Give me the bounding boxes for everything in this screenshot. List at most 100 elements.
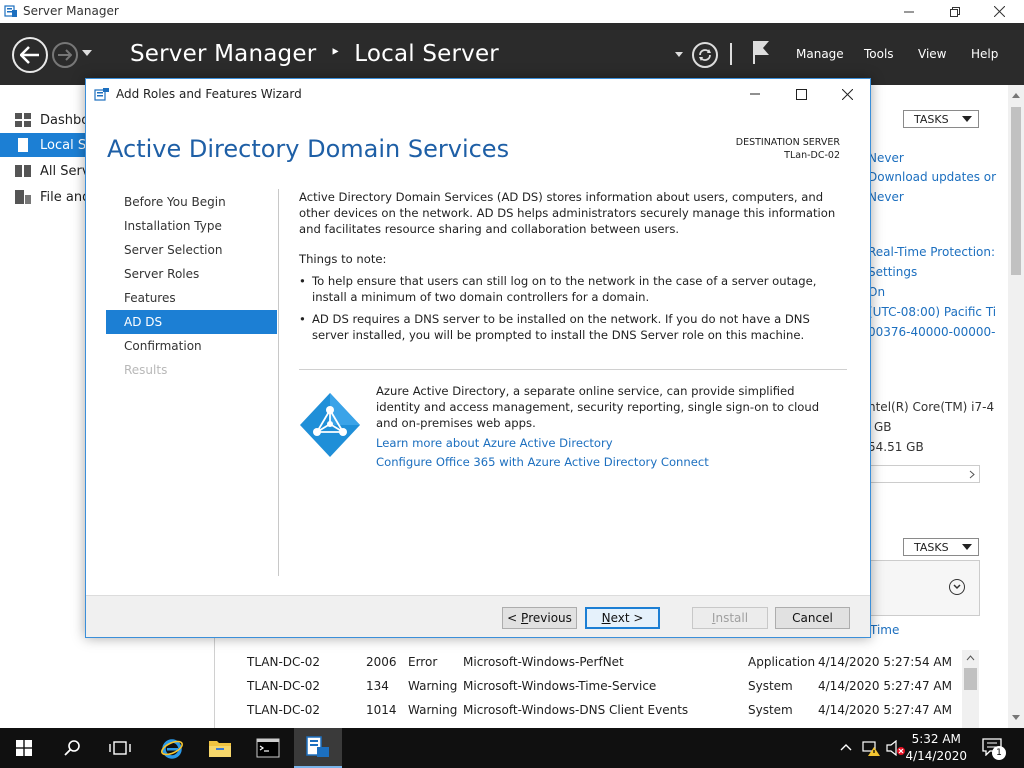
destination-server: DESTINATION SERVER TLan-DC-02 — [736, 136, 840, 162]
chevron-right-icon — [969, 470, 975, 479]
command-prompt-button[interactable] — [244, 728, 292, 768]
back-arrow-icon — [20, 46, 39, 64]
next-accesskey: N — [601, 611, 611, 625]
taskbar: 5:32 AM 4/14/2020 1 — [0, 728, 1024, 768]
step-server-selection[interactable]: Server Selection — [106, 238, 277, 262]
file-storage-icon — [15, 190, 31, 204]
volume-muted-icon[interactable] — [886, 740, 906, 756]
note-bullet-1: To help ensure that users can still log … — [299, 273, 839, 305]
step-ad-ds[interactable]: AD DS — [106, 310, 277, 334]
wizard-minimize-button[interactable] — [732, 79, 778, 109]
step-confirmation[interactable]: Confirmation — [106, 334, 277, 358]
refresh-icon — [699, 49, 711, 61]
file-explorer-button[interactable] — [196, 728, 244, 768]
note-bullet-2: AD DS requires a DNS server to be instal… — [299, 311, 839, 343]
internet-explorer-icon — [161, 739, 183, 759]
prop-last-checked-updates[interactable]: Never — [868, 190, 904, 204]
search-button[interactable] — [48, 728, 96, 768]
refresh-dropdown-icon[interactable] — [675, 52, 683, 57]
forward-arrow-icon — [58, 49, 72, 61]
cancel-button[interactable]: Cancel — [775, 607, 850, 629]
prop-memory: GB — [874, 420, 892, 434]
network-warning-icon[interactable] — [862, 740, 880, 756]
forward-button[interactable] — [52, 42, 78, 68]
close-button[interactable] — [976, 0, 1022, 23]
breadcrumb: Server Manager ‣ Local Server — [130, 41, 499, 67]
event-log: System — [748, 679, 793, 693]
breadcrumb-page: Local Server — [354, 41, 499, 67]
command-prompt-icon — [256, 738, 280, 758]
menu-manage[interactable]: Manage — [796, 47, 844, 61]
prop-time-zone[interactable]: (UTC-08:00) Pacific Ti — [868, 305, 996, 319]
scroll-thumb[interactable] — [964, 668, 977, 690]
servers-icon — [15, 165, 31, 177]
step-installation-type[interactable]: Installation Type — [106, 214, 277, 238]
step-features[interactable]: Features — [106, 286, 277, 310]
properties-hscrollbar[interactable] — [868, 465, 980, 483]
breadcrumb-app: Server Manager — [130, 41, 317, 67]
table-row[interactable]: TLAN-DC-02 1014 Warning Microsoft-Window… — [216, 698, 961, 722]
header-divider — [730, 43, 732, 65]
show-hidden-icons-chevron-icon[interactable] — [840, 743, 852, 751]
menu-help[interactable]: Help — [971, 47, 998, 61]
scroll-thumb[interactable] — [1011, 107, 1021, 275]
breadcrumb-separator: ‣ — [329, 42, 341, 63]
events-vscrollbar[interactable] — [962, 650, 979, 728]
chevron-down-icon — [953, 584, 961, 590]
event-source: Microsoft-Windows-Time-Service — [463, 679, 657, 693]
chevron-down-icon — [962, 544, 972, 550]
start-button[interactable] — [0, 728, 48, 768]
previous-button[interactable]: < Previous — [502, 607, 577, 629]
events-tasks-button[interactable]: TASKS — [903, 538, 979, 556]
maximize-icon — [795, 88, 807, 100]
back-button[interactable] — [12, 37, 48, 73]
prop-feedback[interactable]: Settings — [868, 265, 917, 279]
wizard-maximize-button[interactable] — [778, 79, 824, 109]
notification-count-badge: 1 — [992, 746, 1006, 760]
history-dropdown-icon[interactable] — [82, 50, 92, 56]
table-row[interactable]: TLAN-DC-02 134 Warning Microsoft-Windows… — [216, 674, 961, 698]
things-to-note-heading: Things to note: — [299, 252, 387, 266]
internet-explorer-button[interactable] — [148, 728, 196, 768]
event-source: Microsoft-Windows-PerfNet — [463, 655, 624, 669]
event-severity: Warning — [408, 679, 458, 693]
task-view-button[interactable] — [96, 728, 144, 768]
wizard-close-button[interactable] — [824, 79, 870, 109]
server-manager-taskbar-button[interactable] — [294, 728, 342, 768]
steps-divider — [278, 189, 279, 576]
prop-windows-update[interactable]: Download updates or — [868, 170, 996, 184]
next-button[interactable]: Next > — [585, 607, 660, 629]
events-column-time[interactable]: Time — [870, 623, 899, 637]
event-id: 1014 — [366, 703, 397, 717]
properties-tasks-button[interactable]: TASKS — [903, 110, 979, 128]
expand-button[interactable] — [949, 579, 965, 595]
prop-product-id[interactable]: 00376-40000-00000- — [868, 325, 996, 339]
tasks-label: TASKS — [914, 540, 949, 554]
clock[interactable]: 5:32 AM 4/14/2020 — [905, 731, 967, 765]
step-server-roles[interactable]: Server Roles — [106, 262, 277, 286]
server-manager-header: Server Manager ‣ Local Server Manage Too… — [0, 23, 1024, 85]
learn-more-azure-link[interactable]: Learn more about Azure Active Directory — [376, 436, 613, 450]
step-before-you-begin[interactable]: Before You Begin — [106, 190, 277, 214]
action-center-button[interactable]: 1 — [982, 736, 1006, 760]
prop-defender[interactable]: Real-Time Protection: — [868, 245, 995, 259]
tasks-label: TASKS — [914, 112, 949, 126]
configure-office365-link[interactable]: Configure Office 365 with Azure Active D… — [376, 455, 709, 469]
content-separator — [299, 369, 847, 370]
menu-tools[interactable]: Tools — [864, 47, 894, 61]
sidebar-item-label: Dashbo — [40, 112, 90, 128]
menu-view[interactable]: View — [918, 47, 946, 61]
azure-active-directory-icon — [300, 393, 360, 457]
table-row[interactable]: TLAN-DC-02 2006 Error Microsoft-Windows-… — [216, 650, 961, 674]
server-manager-titlebar: Server Manager — [0, 0, 1024, 23]
main-vscrollbar[interactable] — [1008, 85, 1024, 728]
prop-last-installed-updates[interactable]: Never — [868, 151, 904, 165]
wizard-page-title: Active Directory Domain Services — [107, 135, 510, 163]
server-manager-app-icon — [4, 5, 17, 17]
clock-date: 4/14/2020 — [905, 749, 967, 763]
restore-button[interactable] — [932, 0, 978, 23]
minimize-button[interactable] — [886, 0, 932, 23]
refresh-button[interactable] — [692, 42, 718, 68]
event-server: TLAN-DC-02 — [247, 703, 321, 717]
notifications-flag-icon[interactable] — [751, 39, 771, 65]
